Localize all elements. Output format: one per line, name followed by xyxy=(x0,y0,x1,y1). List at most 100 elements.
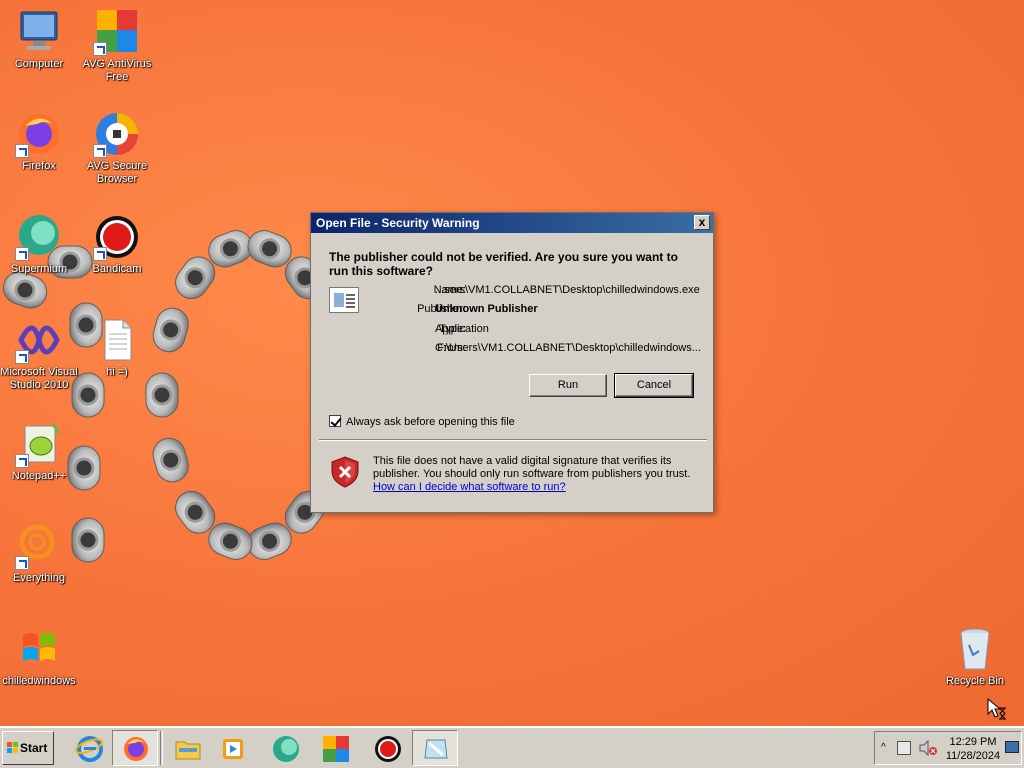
desktop-icon-label: Computer xyxy=(14,58,64,70)
desktop-icon-label: AVG Secure Browser xyxy=(86,160,148,185)
everything-icon xyxy=(15,522,63,570)
warning-message: This file does not have a valid digital … xyxy=(373,455,703,494)
taskbar-separator xyxy=(160,731,163,765)
notepadpp-icon xyxy=(15,420,63,468)
shortcut-arrow-icon xyxy=(93,144,107,158)
clock-time: 12:29 PM xyxy=(949,736,997,748)
dialog-title: Open File - Security Warning xyxy=(316,216,480,230)
shortcut-arrow-icon xyxy=(15,144,29,158)
info-row-publisher: Publisher: Unknown Publisher xyxy=(351,302,711,316)
clock[interactable]: 12:29 PM 11/28/2024 xyxy=(943,735,1003,763)
desktop-icon-everything[interactable]: Everything xyxy=(0,522,78,585)
desktop-icon-notepadpp[interactable]: Notepad++ xyxy=(0,420,78,483)
security-warning-dialog[interactable]: Open File - Security Warning x The publi… xyxy=(310,212,714,513)
desktop-icon-avg-antivirus[interactable]: AVG AntiVirus Free xyxy=(78,8,156,84)
run-button[interactable]: Run xyxy=(529,374,607,397)
shortcut-arrow-icon xyxy=(15,556,29,570)
info-row-name: Name: ...sers\VM1.COLLABNET\Desktop\chil… xyxy=(351,283,711,297)
desktop-icon-label: Supermium xyxy=(10,263,68,275)
desktop-icon-label: hi =) xyxy=(106,366,128,378)
firefox-icon xyxy=(124,737,148,761)
show-desktop-icon[interactable] xyxy=(1005,741,1019,753)
media-player-icon xyxy=(223,739,243,759)
avg-antivirus-icon xyxy=(93,8,141,56)
shortcut-arrow-icon xyxy=(15,454,29,468)
file-explorer-icon xyxy=(175,741,201,760)
chain-link xyxy=(145,372,179,418)
start-label: Start xyxy=(20,741,48,755)
taskbar-internet-explorer[interactable] xyxy=(66,730,112,766)
shortcut-arrow-icon xyxy=(93,42,107,56)
info-value: C:\Users\VM1.COLLABNET\Desktop\chilledwi… xyxy=(435,342,701,354)
supermium-icon xyxy=(15,213,63,261)
taskbar-file-explorer[interactable] xyxy=(164,730,210,766)
desktop-icon-chilledwindows[interactable]: chilledwindows xyxy=(0,625,78,688)
always-ask-label: Always ask before opening this file xyxy=(346,416,515,428)
supermium-icon xyxy=(273,736,299,762)
taskbar: Start ^ 12:29 PM 11/28/2024 xyxy=(0,726,1024,768)
help-link[interactable]: How can I decide what software to run? xyxy=(373,481,566,493)
shortcut-arrow-icon xyxy=(15,247,29,261)
taskbar-bandicam[interactable] xyxy=(364,730,410,766)
taskbar-active-window[interactable] xyxy=(412,730,458,766)
desktop[interactable]: Computer AVG AntiVirus Free Firefox AVG … xyxy=(0,0,1024,726)
desktop-icon-bandicam[interactable]: Bandicam xyxy=(78,213,156,276)
chain-link xyxy=(152,437,189,483)
taskbar-avg-antivirus[interactable] xyxy=(312,730,358,766)
cancel-button[interactable]: Cancel xyxy=(614,373,694,398)
desktop-icon-text-file[interactable]: hi =) xyxy=(78,316,156,379)
windows-flag-icon xyxy=(15,625,63,673)
security-shield-icon xyxy=(331,456,359,488)
start-button[interactable]: Start xyxy=(2,731,54,765)
dialog-title-bar[interactable]: Open File - Security Warning x xyxy=(311,213,713,233)
bandicam-icon xyxy=(93,213,141,261)
computer-icon xyxy=(15,8,63,56)
desktop-icon-label: Bandicam xyxy=(92,263,142,275)
info-value: Application xyxy=(435,323,489,335)
desktop-icon-visual-studio[interactable]: Microsoft Visual Studio 2010 xyxy=(0,316,78,392)
desktop-icon-label: Microsoft Visual Studio 2010 xyxy=(0,366,78,391)
show-hidden-icons-button[interactable]: ^ xyxy=(881,742,886,753)
info-value: ...sers\VM1.COLLABNET\Desktop\chilledwin… xyxy=(435,284,700,296)
volume-muted-icon[interactable] xyxy=(919,740,937,756)
info-row-from: From: C:\Users\VM1.COLLABNET\Desktop\chi… xyxy=(351,341,711,355)
warning-text: This file does not have a valid digital … xyxy=(373,455,691,480)
text-file-icon xyxy=(93,316,141,364)
bandicam-icon xyxy=(375,736,401,762)
taskbar-firefox[interactable] xyxy=(112,730,158,766)
desktop-icon-label: chilledwindows xyxy=(2,675,76,687)
desktop-icon-label: Everything xyxy=(13,572,65,584)
desktop-icon-label: AVG AntiVirus Free xyxy=(82,58,152,83)
internet-explorer-icon xyxy=(75,736,104,762)
dialog-divider xyxy=(319,439,707,441)
avg-browser-icon xyxy=(93,110,141,158)
always-ask-checkbox[interactable]: Always ask before opening this file xyxy=(329,415,515,429)
dialog-heading: The publisher could not be verified. Are… xyxy=(329,250,678,278)
desktop-icon-computer[interactable]: Computer xyxy=(0,8,78,71)
shortcut-arrow-icon xyxy=(93,247,107,261)
close-button[interactable]: x xyxy=(694,215,710,230)
checkbox-checked-icon[interactable] xyxy=(329,415,341,427)
desktop-icon-avg-browser[interactable]: AVG Secure Browser xyxy=(78,110,156,186)
desktop-icon-label: Firefox xyxy=(22,160,56,172)
info-value: Unknown Publisher xyxy=(435,303,538,315)
avg-antivirus-icon xyxy=(323,736,349,762)
generic-app-icon xyxy=(424,739,448,759)
windows-flag-icon xyxy=(7,742,18,753)
clock-date: 11/28/2024 xyxy=(945,750,1001,762)
info-row-type: Type: Application xyxy=(351,322,711,336)
desktop-icon-recycle-bin[interactable]: Recycle Bin xyxy=(936,625,1014,688)
taskbar-media-player[interactable] xyxy=(210,730,256,766)
recycle-bin-icon xyxy=(951,625,999,673)
visual-studio-icon xyxy=(15,316,63,364)
network-icon[interactable] xyxy=(897,741,911,755)
desktop-icon-firefox[interactable]: Firefox xyxy=(0,110,78,173)
desktop-icon-supermium[interactable]: Supermium xyxy=(0,213,78,276)
desktop-icon-label: Notepad++ xyxy=(11,470,67,482)
shortcut-arrow-icon xyxy=(15,350,29,364)
notification-area: ^ 12:29 PM 11/28/2024 xyxy=(874,731,1022,765)
taskbar-supermium[interactable] xyxy=(262,730,308,766)
busy-cursor-icon xyxy=(987,698,1006,720)
desktop-icon-label: Recycle Bin xyxy=(945,675,1005,687)
firefox-icon xyxy=(15,110,63,158)
